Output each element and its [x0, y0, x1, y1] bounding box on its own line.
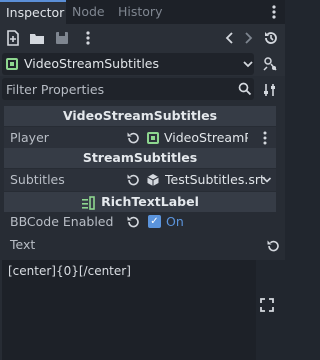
bbcode-value[interactable]: On [166, 214, 184, 229]
property-label-player: Player [10, 130, 49, 145]
object-label: VideoStreamSubtitles [24, 56, 159, 71]
property-player: Player VideoStreamPla [4, 127, 276, 149]
rich-text-label-icon [81, 195, 95, 210]
section-stream-subtitles[interactable]: StreamSubtitles [4, 148, 276, 168]
video-stream-player-icon [147, 132, 159, 144]
chevron-down-icon[interactable] [262, 175, 272, 185]
resource-icon [147, 174, 159, 186]
more-icon[interactable] [262, 131, 268, 145]
revert-icon[interactable] [126, 215, 140, 229]
property-text: Text [4, 234, 279, 256]
search-icon [238, 82, 252, 96]
back-icon[interactable] [222, 30, 238, 46]
property-label-bbcode: BBCode Enabled [10, 214, 114, 229]
node-tools-icon[interactable] [262, 56, 278, 72]
filter-row [0, 78, 285, 102]
object-selector[interactable]: VideoStreamSubtitles [2, 53, 254, 75]
open-icon[interactable] [29, 30, 45, 46]
inspector-toolbar [0, 24, 285, 52]
revert-icon[interactable] [126, 173, 140, 187]
video-stream-icon [6, 58, 18, 70]
section-label: RichTextLabel [101, 194, 199, 209]
section-video-stream-subtitles[interactable]: VideoStreamSubtitles [4, 106, 276, 126]
more-icon[interactable] [80, 30, 96, 46]
player-value[interactable]: VideoStreamPla [164, 130, 248, 145]
history-icon[interactable] [263, 30, 279, 46]
bbcode-checkbox[interactable]: ✓ [148, 215, 161, 228]
dock-tab-bar: Inspector Node History [0, 0, 285, 24]
new-script-icon[interactable] [5, 30, 21, 46]
property-options-icon[interactable] [262, 82, 278, 98]
property-subtitles: Subtitles TestSubtitles.srt [4, 169, 276, 191]
dock-menu-icon[interactable] [268, 4, 280, 20]
text-editor[interactable]: [center]{0}[/center] [2, 260, 256, 360]
chevron-down-icon[interactable] [242, 58, 254, 70]
revert-icon[interactable] [266, 239, 280, 253]
inspector-panel: Inspector Node History VideoStreamSubtit… [0, 0, 285, 360]
tab-history[interactable]: History [118, 0, 178, 24]
expand-icon[interactable] [260, 298, 274, 312]
property-label-text: Text [10, 237, 36, 252]
property-bbcode-enabled: BBCode Enabled ✓ On [4, 211, 276, 233]
filter-properties-input[interactable] [6, 80, 226, 98]
tab-inspector[interactable]: Inspector [0, 0, 66, 24]
forward-icon[interactable] [240, 30, 256, 46]
save-icon[interactable] [54, 30, 70, 46]
section-rich-text-label[interactable]: RichTextLabel [4, 192, 276, 212]
filter-box [2, 78, 254, 100]
object-selector-row: VideoStreamSubtitles [0, 52, 285, 76]
property-label-subtitles: Subtitles [10, 172, 65, 187]
revert-icon[interactable] [126, 131, 140, 145]
tab-node[interactable]: Node [72, 0, 112, 24]
subtitles-value[interactable]: TestSubtitles.srt [165, 172, 265, 187]
